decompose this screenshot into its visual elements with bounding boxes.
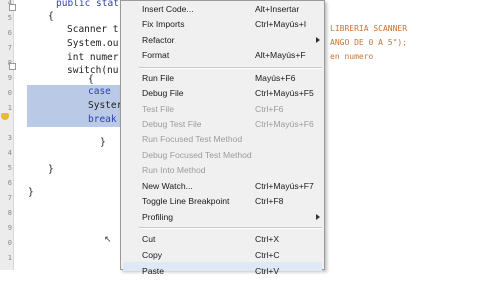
line-number-gutter: 4 5 6 7 8 9 0 1 3 4 5 6 7 8 9 0 1 — [0, 0, 14, 270]
line-number: 9 — [7, 74, 12, 82]
code-line[interactable]: public stat — [56, 0, 119, 11]
code-line[interactable]: { — [48, 10, 54, 24]
code-line[interactable]: case — [88, 85, 111, 99]
line-number: 0 — [7, 239, 12, 247]
line-number: 5 — [7, 14, 12, 22]
code-string-fragment[interactable]: ANGO DE 0 A 5"); — [330, 36, 407, 50]
line-number: 0 — [7, 89, 12, 97]
submenu-arrow-icon — [316, 214, 320, 220]
code-line[interactable]: Syster — [88, 99, 122, 113]
code-line[interactable]: } — [48, 163, 54, 177]
code-line[interactable]: } — [28, 186, 34, 200]
code-string-fragment[interactable]: en numero — [330, 50, 373, 64]
line-number: 4 — [7, 149, 12, 157]
selected-line-highlight — [27, 85, 127, 99]
menu-item-label: Paste — [142, 266, 164, 276]
menu-item-shortcut: Alt+Mayús+F — [255, 50, 306, 60]
menu-item-paste[interactable]: Paste Ctrl+V — [121, 262, 324, 281]
menu-item-format[interactable]: Format Alt+Mayús+F — [121, 46, 324, 65]
line-number: 7 — [7, 44, 12, 52]
code-line[interactable]: break — [88, 113, 117, 127]
line-number: 6 — [7, 179, 12, 187]
line-number: 9 — [7, 224, 12, 232]
line-number: 5 — [7, 164, 12, 172]
code-string-fragment[interactable]: LIBRERIA SCANNER — [330, 22, 407, 36]
submenu-arrow-icon — [316, 37, 320, 43]
mouse-cursor-icon: ↖ — [104, 235, 112, 245]
code-line[interactable]: int numer — [67, 51, 118, 65]
menu-separator — [139, 227, 322, 229]
code-line[interactable]: } — [100, 136, 106, 150]
fold-toggle-icon[interactable] — [9, 4, 16, 11]
context-menu: Insert Code... Alt+Insertar Fix Imports … — [120, 0, 325, 276]
fold-toggle-icon[interactable] — [9, 63, 16, 70]
line-number: 7 — [7, 194, 12, 202]
menu-item-profiling[interactable]: Profiling — [121, 208, 324, 227]
code-line[interactable]: System.ou — [67, 37, 118, 51]
menu-item-shortcut: Ctrl+V — [255, 266, 280, 276]
code-line[interactable]: Scanner t — [67, 23, 118, 37]
menu-item-label: Profiling — [142, 212, 174, 222]
line-number: 1 — [7, 254, 12, 262]
line-number: 8 — [7, 209, 12, 217]
line-number: 3 — [7, 134, 12, 142]
line-number: 6 — [7, 29, 12, 37]
menu-item-label: Format — [142, 50, 170, 60]
